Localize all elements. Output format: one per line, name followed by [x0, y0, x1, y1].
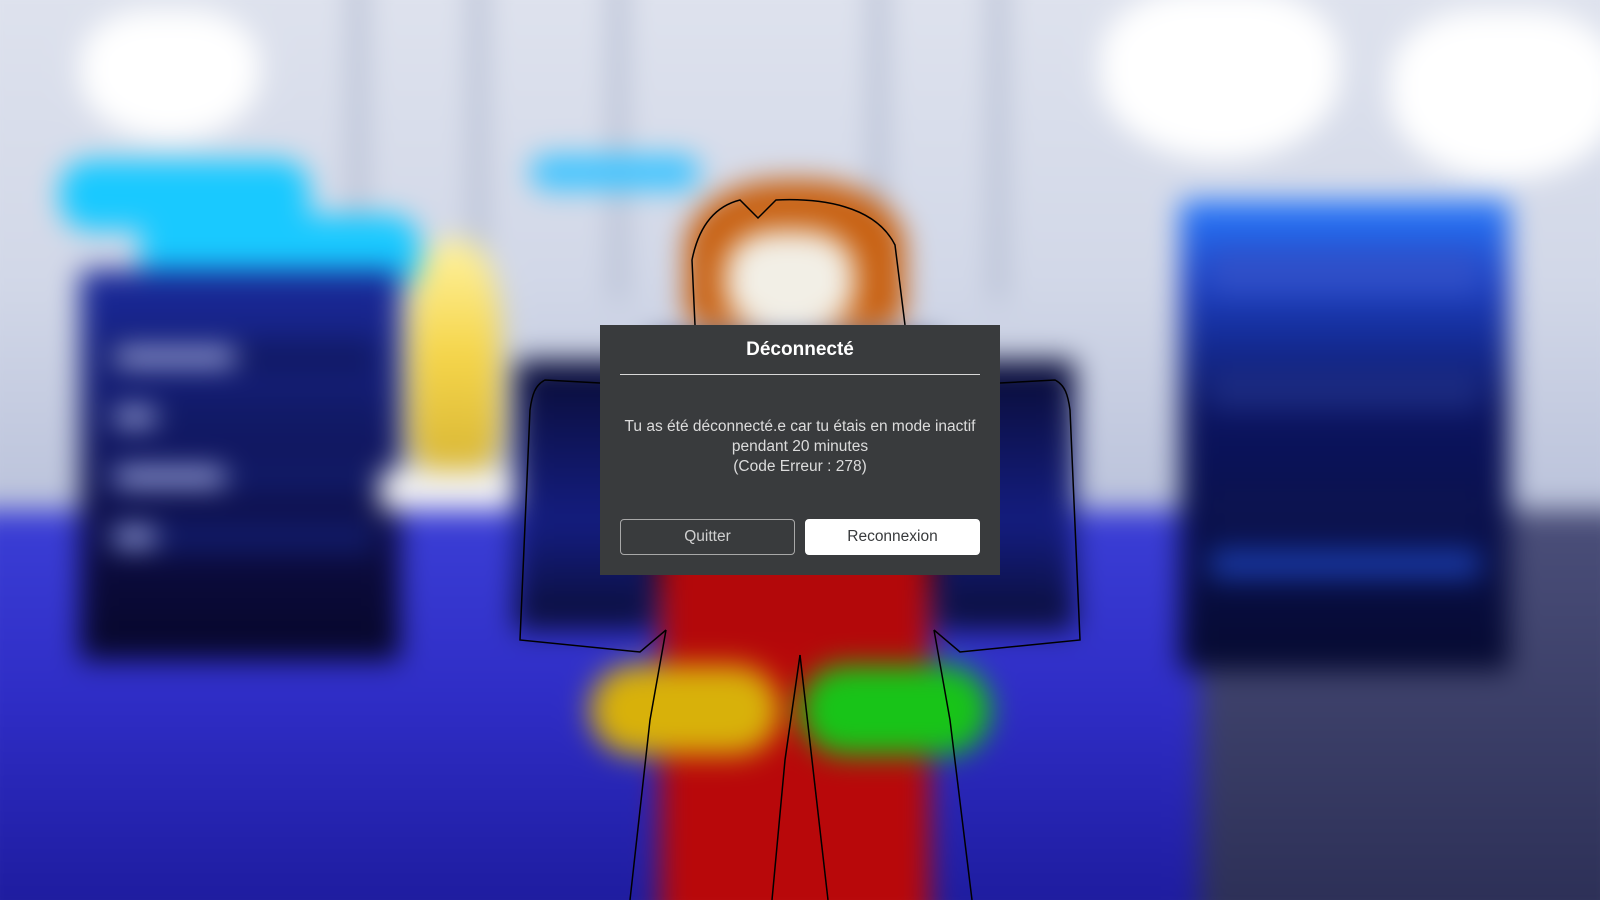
wall-pillar: [610, 0, 626, 300]
yellow-ring: [590, 665, 780, 755]
statue-pedestal: [380, 470, 530, 510]
dialog-message-line: pendant 20 minutes: [731, 438, 869, 455]
quit-button[interactable]: Quitter: [620, 519, 795, 555]
leaderboard-panel-right: [1180, 200, 1510, 670]
neon-sign: [530, 155, 700, 190]
golden-statue: [410, 240, 500, 470]
game-viewport: Déconnecté Tu as été déconnecté.e car tu…: [0, 0, 1600, 900]
green-ring: [800, 665, 990, 755]
dialog-title: Déconnecté: [746, 339, 854, 360]
dialog-message: Tu as été déconnecté.e car tu étais en m…: [620, 417, 980, 477]
wall-pillar: [990, 0, 1006, 300]
reconnect-button[interactable]: Reconnexion: [805, 519, 980, 555]
disconnected-dialog: Déconnecté Tu as été déconnecté.e car tu…: [600, 325, 1000, 575]
ceiling-lamp: [80, 10, 260, 140]
dialog-message-line: Tu as été déconnecté.e car tu étais en m…: [624, 418, 976, 435]
error-code: (Code Erreur : 278): [733, 458, 867, 475]
dialog-divider: [620, 374, 980, 375]
avatar-face: [725, 230, 855, 330]
leaderboard-panel-left: [80, 270, 400, 660]
